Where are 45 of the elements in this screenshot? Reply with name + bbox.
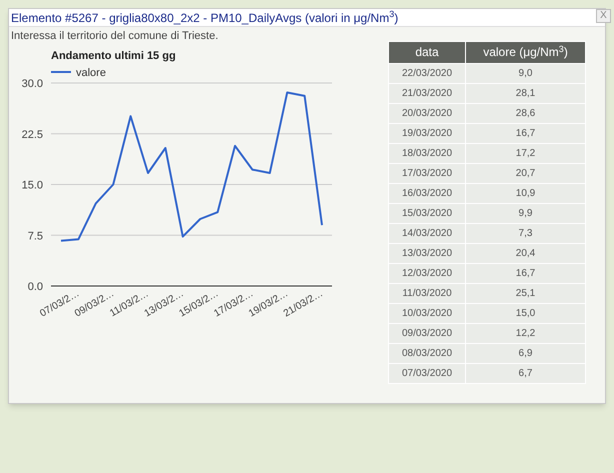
close-button[interactable]: X <box>596 9 611 23</box>
table-cell: 09/03/2020 <box>388 323 466 343</box>
table-cell: 12,2 <box>466 323 586 343</box>
chart-title: Andamento ultimi 15 gg <box>51 50 176 62</box>
y-axis-label: 0.0 <box>28 280 43 292</box>
table-cell: 10,9 <box>466 183 586 203</box>
table-cell: 13/03/2020 <box>388 243 466 263</box>
description-text: Interessa il territorio del comune di Trieste. <box>10 29 220 44</box>
y-axis-label: 15.0 <box>22 179 43 191</box>
legend-label: valore <box>76 66 106 78</box>
table-cell: 16,7 <box>466 263 586 283</box>
y-axis-label: 30.0 <box>22 78 43 90</box>
table-cell: 10/03/2020 <box>388 303 466 323</box>
column-header: valore (μg/Nm$^{3}$) <box>466 41 586 63</box>
table-cell: 16,7 <box>466 123 586 143</box>
table-cell: 20/03/2020 <box>388 103 466 123</box>
table-cell: 19/03/2020 <box>388 123 466 143</box>
table-cell: 20,4 <box>466 243 586 263</box>
table-cell: 21/03/2020 <box>388 83 466 103</box>
table-cell: 15/03/2020 <box>388 203 466 223</box>
column-header: data <box>388 41 466 63</box>
table-cell: 28,6 <box>466 103 586 123</box>
table-cell: 07/03/2020 <box>388 363 466 383</box>
table-cell: 16/03/2020 <box>388 183 466 203</box>
table-cell: 25,1 <box>466 283 586 303</box>
table-cell: 12/03/2020 <box>388 263 466 283</box>
table-cell: 7,3 <box>466 223 586 243</box>
table-cell: 17,2 <box>466 143 586 163</box>
y-axis-label: 7.5 <box>28 230 43 242</box>
window-title: Elemento #5267 - griglia80x80_2x2 - PM10_DailyAvgs (valori in μg/Nm$^{3}$) <box>11 8 398 26</box>
table-cell: 6,9 <box>466 343 586 363</box>
table-cell: 08/03/2020 <box>388 343 466 363</box>
table-cell: 22/03/2020 <box>388 63 466 83</box>
table-cell: 20,7 <box>466 163 586 183</box>
table-cell: 9,9 <box>466 203 586 223</box>
table-cell: 18/03/2020 <box>388 143 466 163</box>
legend-line-icon <box>51 70 71 72</box>
table-cell: 17/03/2020 <box>388 163 466 183</box>
table-cell: 14/03/2020 <box>388 223 466 243</box>
table-cell: 15,0 <box>466 303 586 323</box>
table-cell: 6,7 <box>466 363 586 383</box>
table-cell: 9,0 <box>466 63 586 83</box>
table-cell: 28,1 <box>466 83 586 103</box>
table-cell: 11/03/2020 <box>388 283 466 303</box>
y-axis-label: 22.5 <box>22 128 43 140</box>
